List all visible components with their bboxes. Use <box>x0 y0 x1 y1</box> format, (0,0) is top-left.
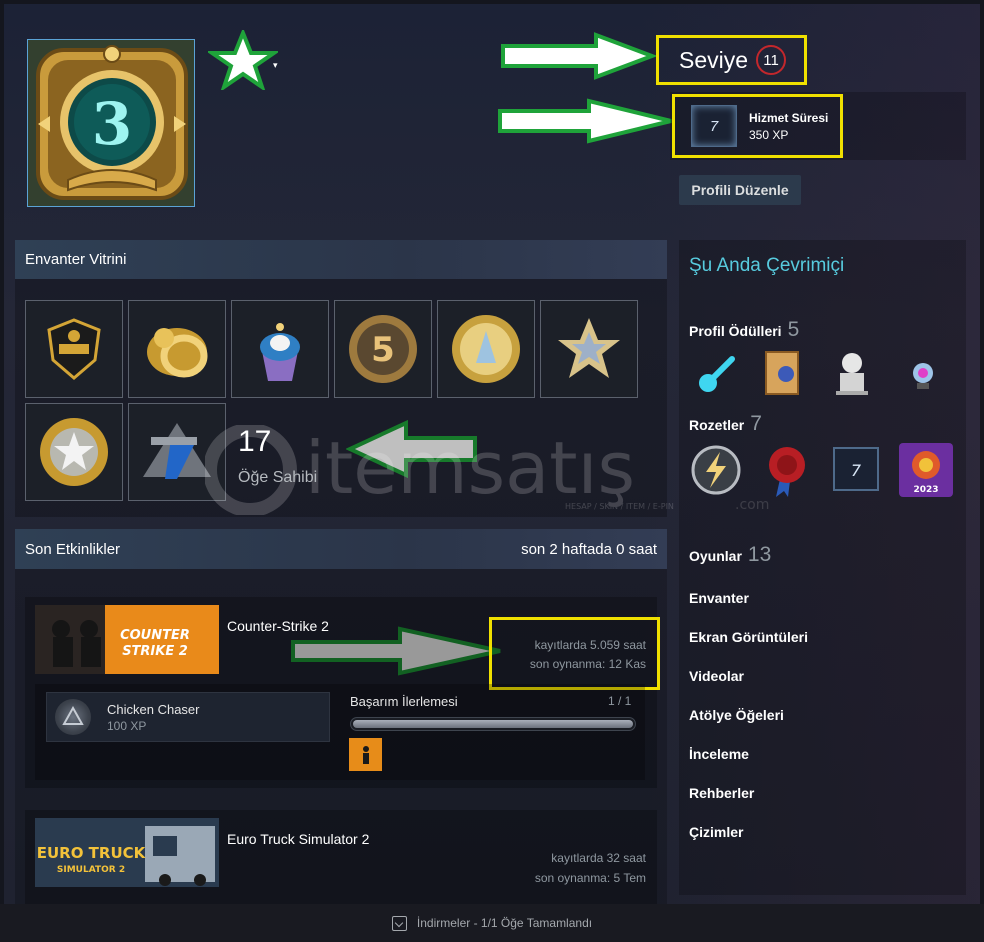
capsule-text: SIMULATOR 2 <box>57 865 125 875</box>
star-icon[interactable] <box>208 30 278 90</box>
achievement-name: Chicken Chaser <box>107 701 200 717</box>
cs-shield-pin-icon <box>47 318 101 380</box>
badge-year: 2023 <box>913 485 938 495</box>
annotation-arrow-icon <box>501 32 656 80</box>
recent-activity-header: Son Etkinlikler son 2 haftada 0 saat <box>15 529 667 569</box>
window-frame <box>980 0 984 942</box>
level-number: 11 <box>756 45 787 75</box>
badge-glyph: 7 <box>709 117 719 135</box>
sidebar-link-reviews[interactable]: İnceleme <box>689 746 749 762</box>
scroll-award-icon[interactable] <box>760 351 804 395</box>
annotation-arrow-icon <box>498 98 672 144</box>
gold-medal-coin-icon <box>452 315 520 383</box>
capsule-text: EURO TRUCK <box>37 844 147 862</box>
achievement-item[interactable]: Chicken Chaser 100 XP <box>46 692 330 742</box>
avatar[interactable]: 3 <box>27 39 195 207</box>
silver-star-medal-icon <box>558 318 620 378</box>
profile-awards-count: 5 <box>787 318 800 341</box>
bust-award-icon[interactable] <box>830 350 874 395</box>
download-icon <box>391 915 407 931</box>
showcase-item[interactable] <box>231 300 329 398</box>
online-status: Şu Anda Çevrimiçi <box>689 255 845 276</box>
items-owned-count: 17 <box>238 425 272 458</box>
games-link[interactable]: Oyunlar 13 <box>689 543 771 567</box>
watermark-tagline: HESAP / SKIN / ITEM / E-PIN <box>565 502 674 511</box>
edit-profile-button[interactable]: Profili Düzenle <box>679 175 801 205</box>
badge-xp: 350 XP <box>749 127 789 142</box>
window-frame <box>0 0 984 4</box>
capsule-text: STRIKE 2 <box>122 644 188 659</box>
downloads-bar[interactable]: İndirmeler - 1/1 Öğe Tamamlandı <box>0 904 984 942</box>
svg-text:3: 3 <box>92 90 132 158</box>
achievement-thumb-icon[interactable] <box>349 738 382 771</box>
recent-activity-title: Son Etkinlikler <box>25 540 121 558</box>
badges-link[interactable]: Rozetler 7 <box>689 412 762 436</box>
gold-star-coin-icon <box>40 418 108 486</box>
items-owned-label: Öğe Sahibi <box>238 469 318 486</box>
sidebar-link-videos[interactable]: Videolar <box>689 668 744 684</box>
games-count: 13 <box>747 543 772 566</box>
profile-level: Seviye 11 <box>656 35 807 85</box>
cupcake-pin-icon <box>260 323 300 381</box>
showcase-item[interactable] <box>25 403 123 501</box>
game-last-played: son oynanma: 5 Tem <box>534 871 646 885</box>
games-label: Oyunlar <box>689 548 742 564</box>
showcase-item[interactable] <box>128 300 226 398</box>
capsule-text: COUNTER <box>120 628 190 643</box>
game-capsule[interactable]: EURO TRUCK SIMULATOR 2 <box>35 818 219 887</box>
badges-label: Rozetler <box>689 417 745 433</box>
profile-awards-link[interactable]: Profil Ödülleri 5 <box>689 318 799 342</box>
badges-count: 7 <box>750 412 762 435</box>
svg-text:5: 5 <box>371 330 395 370</box>
wax-seal-badge-icon[interactable] <box>762 443 812 499</box>
profile-awards-label: Profil Ödülleri <box>689 323 782 339</box>
lightning-badge-icon[interactable] <box>690 444 742 496</box>
showcase-item[interactable] <box>540 300 638 398</box>
achievement-progress-fill <box>353 720 633 728</box>
achievement-progress-count: 1 / 1 <box>608 694 632 708</box>
sidebar-link-inventory[interactable]: Envanter <box>689 590 749 606</box>
game-name[interactable]: Counter-Strike 2 <box>227 618 329 634</box>
game-name[interactable]: Euro Truck Simulator 2 <box>227 831 369 847</box>
downloads-status: İndirmeler - 1/1 Öğe Tamamlandı <box>416 916 593 930</box>
gold-snake-coin-icon <box>147 328 208 378</box>
achievement-icon <box>55 699 91 735</box>
achievement-progress-bar <box>350 717 636 731</box>
comet-award-icon[interactable] <box>692 353 736 397</box>
showcase-item[interactable] <box>25 300 123 398</box>
achievement-progress-label: Başarım İlerlemesi <box>350 694 458 709</box>
orb-award-icon[interactable] <box>901 353 945 397</box>
showcase-item[interactable] <box>437 300 535 398</box>
highlight-box <box>489 617 660 690</box>
five-year-veteran-coin-icon: 5 <box>349 315 417 383</box>
badge-title: Hizmet Süresi <box>749 110 829 125</box>
chevron-down-icon[interactable]: ▾ <box>273 60 278 71</box>
sidebar-link-artwork[interactable]: Çizimler <box>689 824 743 840</box>
years-of-service-badge-icon[interactable]: 7 <box>832 446 880 492</box>
sidebar-link-workshop[interactable]: Atölye Öğeleri <box>689 707 784 723</box>
showcase-title: Envanter Vitrini <box>15 240 667 279</box>
sidebar-link-screenshots[interactable]: Ekran Görüntüleri <box>689 629 808 645</box>
badge-glyph: 7 <box>851 461 862 480</box>
achievement-xp: 100 XP <box>107 718 147 733</box>
game-capsule[interactable]: COUNTER STRIKE 2 <box>35 605 219 674</box>
level-label: Seviye <box>679 46 749 73</box>
window-frame <box>0 0 4 942</box>
sidebar-link-guides[interactable]: Rehberler <box>689 785 754 801</box>
recent-activity-summary: son 2 haftada 0 saat <box>521 540 657 558</box>
watermark-brand: itemsatış <box>305 426 635 510</box>
showcase-item[interactable]: 5 <box>334 300 432 398</box>
game-hours: kayıtlarda 32 saat <box>551 851 646 865</box>
favorite-badge[interactable]: 7 Hizmet Süresi 350 XP <box>672 94 843 158</box>
steam-year-badge-icon[interactable]: 2023 <box>899 443 953 497</box>
years-of-service-badge-icon: 7 <box>691 105 737 147</box>
